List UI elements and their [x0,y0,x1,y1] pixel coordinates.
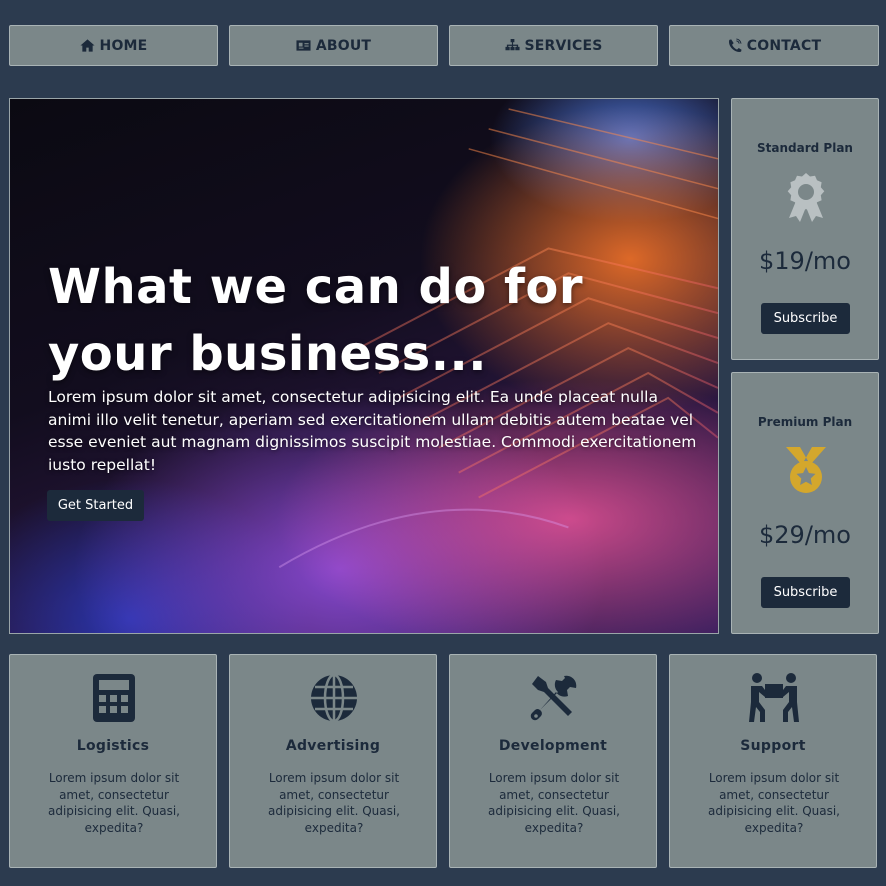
nav-services-button[interactable]: SERVICES [449,25,658,66]
service-card-logistics: Logistics Lorem ipsum dolor sit amet, co… [9,654,217,868]
service-title: Development [498,738,608,754]
hero-title: What we can do for your business... [48,259,584,382]
subscribe-standard-button[interactable]: Subscribe [761,303,850,334]
subscribe-premium-button[interactable]: Subscribe [761,577,850,608]
hero-banner: What we can do for your business... Lore… [9,98,719,634]
people-carry-icon [749,673,799,722]
nav-contact-label: CONTACT [746,37,822,54]
standard-plan-card: Standard Plan $19/mo Subscribe [731,98,879,360]
service-card-development: Development Lorem ipsum dolor sit amet, … [449,654,657,868]
service-card-support: Support Lorem ipsum dolor sit amet, cons… [669,654,877,868]
nav-about-label: ABOUT [315,37,372,54]
service-title: Support [740,738,806,754]
nav-about-button[interactable]: ABOUT [229,25,438,66]
tools-icon [530,675,577,721]
plan-name: Standard Plan [757,141,853,155]
service-description: Lorem ipsum dolor sit amet, consectetur … [48,771,180,835]
gold-medal-icon [786,447,826,493]
service-description: Lorem ipsum dolor sit amet, consectetur … [488,771,620,835]
sitemap-icon [504,38,520,51]
service-description: Lorem ipsum dolor sit amet, consectetur … [708,771,840,835]
phone-icon [728,38,742,52]
service-card-advertising: Advertising Lorem ipsum dolor sit amet, … [229,654,437,868]
globe-icon [311,673,357,723]
nav-services-label: SERVICES [524,37,603,54]
premium-plan-card: Premium Plan $29/mo Subscribe [731,372,879,634]
get-started-button[interactable]: Get Started [47,490,144,521]
plan-price: $19/mo [759,247,851,275]
award-ribbon-icon [787,173,825,222]
id-card-icon [296,40,311,51]
nav-contact-button[interactable]: CONTACT [669,25,879,66]
nav-home-label: HOME [99,37,148,54]
calculator-icon [93,674,135,722]
plan-price: $29/mo [759,521,851,549]
service-description: Lorem ipsum dolor sit amet, consectetur … [268,771,400,835]
service-title: Logistics [76,738,150,754]
service-title: Advertising [285,738,381,754]
home-icon [80,39,95,52]
plan-name: Premium Plan [757,415,853,429]
nav-home-button[interactable]: HOME [9,25,218,66]
hero-description: Lorem ipsum dolor sit amet, consectetur … [48,388,697,474]
